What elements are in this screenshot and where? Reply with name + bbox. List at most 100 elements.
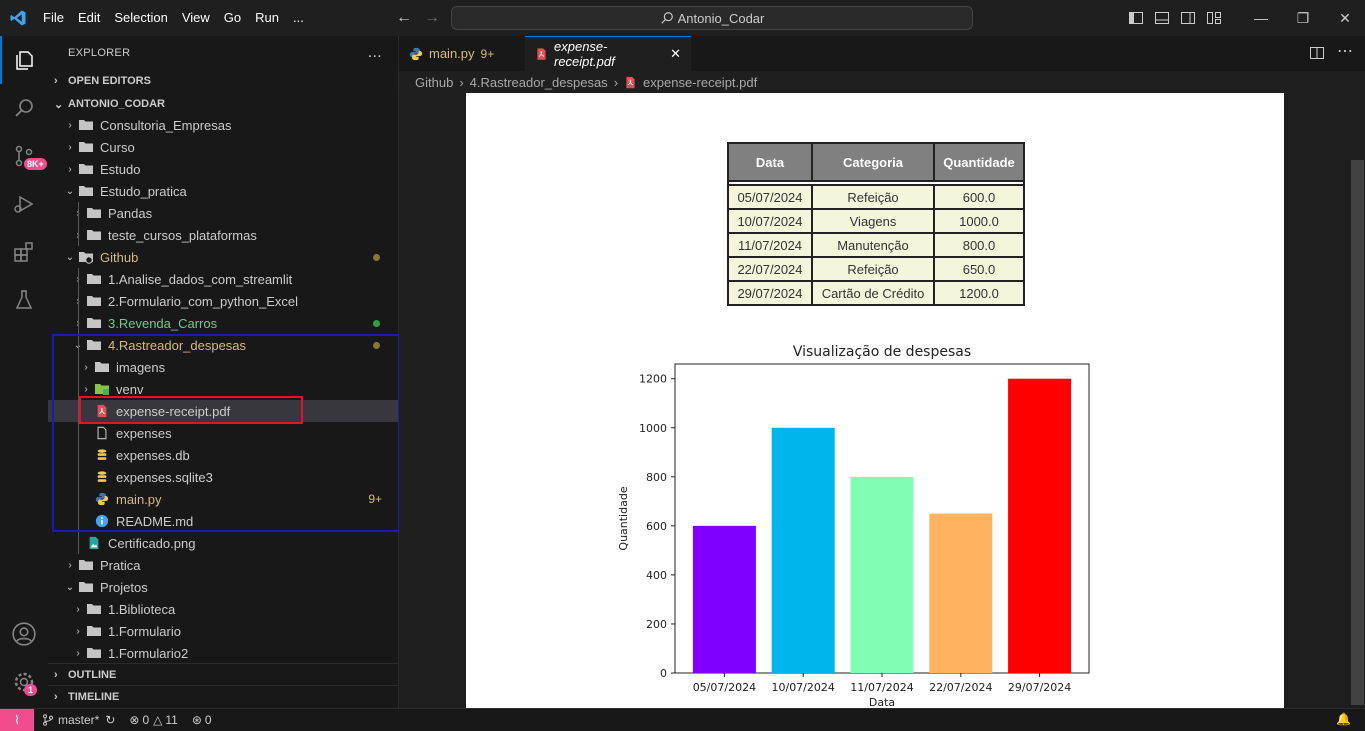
tab-more-icon[interactable]: ⋯: [1337, 41, 1353, 61]
tree-item[interactable]: › imagens: [48, 356, 398, 378]
tree-item[interactable]: README.md: [48, 510, 398, 532]
git-branch-icon: [43, 714, 53, 726]
tree-item[interactable]: ⌄4.Rastreador_despesas: [48, 334, 398, 356]
tree-item-label: Projetos: [100, 579, 148, 595]
back-arrow-icon[interactable]: ←: [396, 9, 412, 27]
minimize-icon[interactable]: —: [1240, 0, 1282, 36]
manage-gear-icon[interactable]: 1: [0, 658, 48, 706]
search-text: Antonio_Codar: [677, 10, 765, 26]
tree-item-label: venv: [116, 381, 144, 397]
vscode-logo-icon: [0, 0, 36, 36]
tab-expense-receipt-pdf[interactable]: expense-receipt.pdf ✕: [525, 36, 691, 71]
ports-count: 0: [204, 713, 212, 727]
accounts-icon[interactable]: [0, 610, 48, 658]
tree-item[interactable]: ⌄ Projetos: [48, 576, 398, 598]
tree-item[interactable]: ›teste_cursos_plataformas: [48, 224, 398, 246]
restore-icon[interactable]: ❐: [1282, 0, 1324, 36]
timeline-section[interactable]: › TIMELINE: [48, 685, 404, 708]
outline-section[interactable]: › OUTLINE: [48, 663, 404, 686]
run-debug-activity-icon[interactable]: [0, 180, 48, 228]
scrollbar-thumb[interactable]: [1351, 160, 1364, 705]
toggle-primary-sidebar-icon[interactable]: [1128, 10, 1144, 26]
tree-item[interactable]: › venv: [48, 378, 398, 400]
tree-item[interactable]: › Curso: [48, 136, 398, 158]
split-editor-icon[interactable]: [1309, 45, 1325, 61]
tree-item[interactable]: › 1.Formulario2: [48, 642, 398, 664]
explorer-more-icon[interactable]: ...: [368, 44, 382, 62]
extensions-activity-icon[interactable]: [0, 228, 48, 276]
tree-item[interactable]: ⌄ Estudo_pratica: [48, 180, 398, 202]
menu-file[interactable]: File: [36, 0, 71, 36]
toggle-panel-icon[interactable]: [1154, 10, 1170, 26]
workspace-root-section[interactable]: ⌄ ANTONIO_CODAR: [48, 93, 404, 115]
pdf-viewer[interactable]: Data Categoria Quantidade 05/07/2024 Refe…: [399, 93, 1351, 708]
tab-problem-count: 9+: [480, 46, 495, 61]
x-tick-label: 10/07/2024: [771, 681, 834, 694]
menu-view[interactable]: View: [175, 0, 217, 36]
tree-item-label: teste_cursos_plataformas: [108, 227, 257, 243]
tree-item[interactable]: › Pratica: [48, 554, 398, 576]
tree-item-label: README.md: [116, 513, 194, 529]
customize-layout-icon[interactable]: [1206, 10, 1222, 26]
search-activity-icon[interactable]: [0, 84, 48, 132]
toggle-secondary-sidebar-icon[interactable]: [1180, 10, 1196, 26]
python-icon: [409, 47, 423, 60]
file-icon: [94, 425, 110, 441]
tree-item[interactable]: ⌄ Github: [48, 246, 398, 268]
x-tick-label: 22/07/2024: [929, 681, 992, 694]
tree-item[interactable]: › 1.Biblioteca: [48, 598, 398, 620]
folder-icon: [86, 271, 102, 287]
tree-item[interactable]: ›3.Revenda_Carros: [48, 312, 398, 334]
tree-item-label: imagens: [116, 359, 166, 375]
open-editors-section[interactable]: › OPEN EDITORS: [48, 70, 404, 92]
info-icon: [94, 513, 110, 529]
tab-label: main.py: [429, 46, 475, 61]
sync-icon[interactable]: ↻: [105, 713, 115, 727]
explorer-activity-icon[interactable]: [0, 36, 48, 84]
tree-item[interactable]: › Consultoria_Empresas: [48, 114, 398, 136]
remote-indicator-icon[interactable]: ⌇: [0, 709, 34, 731]
explorer-title: EXPLORER: [68, 47, 131, 59]
bar: [771, 427, 835, 673]
close-window-icon[interactable]: ✕: [1324, 0, 1365, 36]
tree-item[interactable]: main.py 9+: [48, 488, 398, 510]
bar: [692, 525, 756, 673]
branch-item[interactable]: master* ↻: [42, 713, 115, 727]
source-control-activity-icon[interactable]: 8K+: [0, 132, 48, 180]
breadcrumb-github[interactable]: Github: [415, 75, 453, 90]
menu-run[interactable]: Run: [248, 0, 286, 36]
tree-item[interactable]: › Estudo: [48, 158, 398, 180]
tree-item[interactable]: expenses.db: [48, 444, 398, 466]
x-tick-label: 29/07/2024: [1008, 681, 1071, 694]
menu-edit[interactable]: Edit: [71, 0, 107, 36]
folder-icon: [86, 205, 102, 221]
breadcrumb-file[interactable]: expense-receipt.pdf: [643, 75, 757, 90]
python-icon: [94, 491, 110, 507]
breadcrumb-folder[interactable]: 4.Rastreador_despesas: [470, 75, 608, 90]
menu-more[interactable]: ...: [286, 0, 311, 36]
ports-item[interactable]: ⊛ 0: [192, 713, 212, 727]
tree-item[interactable]: expenses.sqlite3: [48, 466, 398, 488]
tree-item[interactable]: ›Pandas: [48, 202, 398, 224]
command-center-search[interactable]: Antonio_Codar: [451, 6, 973, 30]
notifications-bell-icon[interactable]: 🔔: [1336, 712, 1351, 726]
tree-item[interactable]: ›2.Formulario_com_python_Excel: [48, 290, 398, 312]
problems-item[interactable]: ⊗ 0 △ 11: [129, 713, 177, 727]
forward-arrow-icon[interactable]: →: [424, 9, 440, 27]
tree-item[interactable]: › 1.Formulario: [48, 620, 398, 642]
menu-selection[interactable]: Selection: [107, 0, 174, 36]
image-file-icon: [86, 535, 102, 551]
bar: [1008, 378, 1072, 673]
testing-flask-activity-icon[interactable]: [0, 276, 48, 324]
indent-guide: [78, 268, 79, 554]
tree-item-label: Github: [100, 249, 139, 265]
tree-item[interactable]: Certificado.png: [48, 532, 398, 554]
chevron-right-icon: ›: [613, 74, 619, 90]
tree-item[interactable]: ›1.Analise_dados_com_streamlit: [48, 268, 398, 290]
tree-item[interactable]: expenses: [48, 422, 398, 444]
tab-close-icon[interactable]: ✕: [670, 46, 681, 62]
menu-go[interactable]: Go: [217, 0, 248, 36]
tree-item[interactable]: expense-receipt.pdf: [48, 400, 398, 422]
manage-badge: 1: [24, 684, 38, 696]
tab-main-py[interactable]: main.py 9+: [399, 36, 525, 71]
